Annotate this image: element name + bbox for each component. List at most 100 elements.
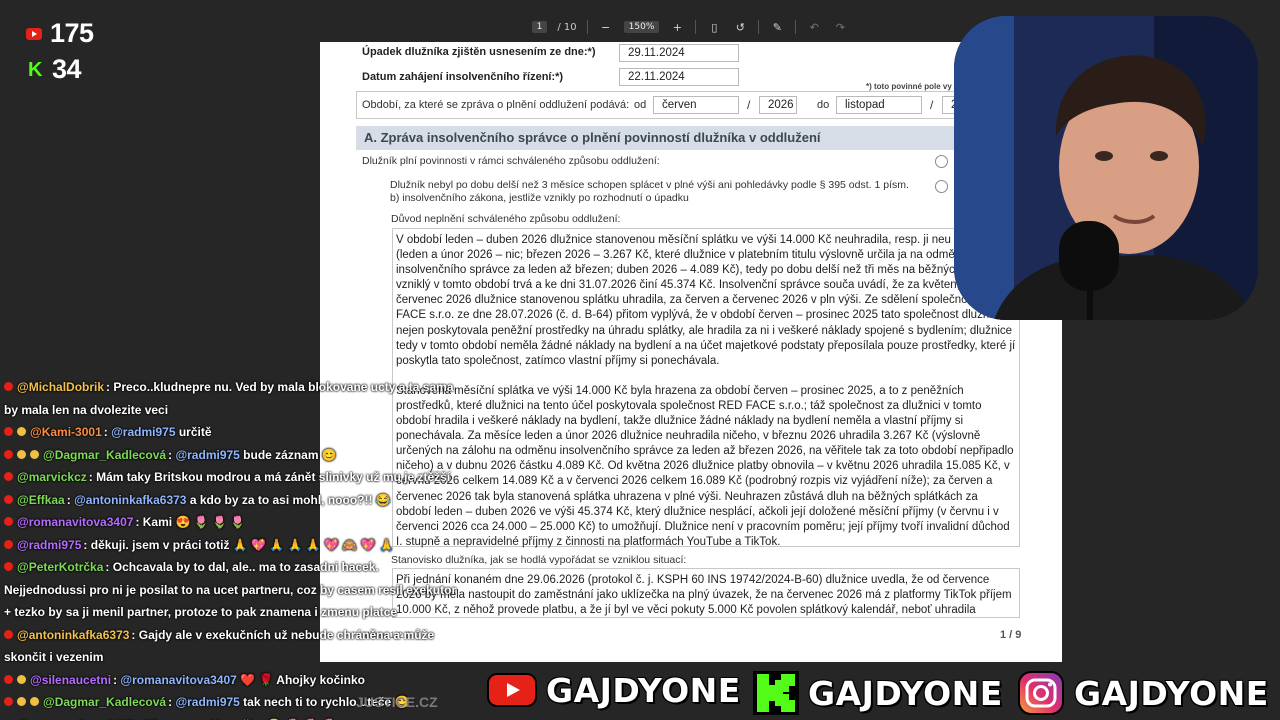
chat-message: @romanavitova3407: Silenaucetni beruško …	[0, 714, 460, 720]
chat-text: a kdo by za to asi mohl, nooo?!! 😂	[186, 492, 391, 507]
bankruptcy-date-field[interactable]: 29.11.2024	[619, 44, 739, 62]
period-from-year-field[interactable]: 2026	[759, 96, 797, 114]
chat-text: bude záznam 😊	[239, 447, 337, 462]
chat-username[interactable]: @marvickcz	[17, 470, 87, 484]
option-unable-radio[interactable]	[935, 180, 948, 193]
youtube-badge-icon	[4, 539, 13, 549]
undo-icon[interactable]: ↶	[806, 19, 822, 35]
justice-logo: JUSTICE.CZ	[356, 694, 438, 710]
youtube-badge-icon	[4, 494, 13, 504]
period-from-month-field[interactable]: červen	[653, 96, 739, 114]
kick-icon	[753, 671, 799, 715]
chat-text: : Mám taky Britskou modrou a má zánět sl…	[88, 470, 451, 484]
chat-mention: @radmi975	[175, 695, 240, 709]
reason-paragraph-1: V období leden – duben 2026 dlužnice sta…	[396, 234, 1016, 367]
youtube-badge-icon	[4, 517, 13, 526]
instagram-handle: GAJDYONE	[1074, 673, 1269, 713]
chat-message: @Effkaa: @antoninkafka6373 a kdo by za t…	[0, 489, 460, 512]
chat-text: : děkuji. jsem v práci totiž 🙏 💖 🙏 🙏 🙏 💖…	[83, 537, 394, 552]
redo-icon[interactable]: ↷	[832, 19, 848, 35]
chat-message: @MichalDobrik: Preco..kludnepre nu. Ved …	[0, 376, 460, 421]
chat-username[interactable]: @PeterKotrčka	[17, 560, 103, 574]
youtube-badge-icon	[4, 697, 13, 706]
chat-message: @radmi975: děkuji. jsem v práci totiž 🙏 …	[0, 534, 460, 557]
chat-username[interactable]: @radmi975	[17, 538, 81, 552]
zoom-level[interactable]: 150%	[623, 21, 660, 33]
instagram-icon	[1018, 671, 1064, 715]
chat-badge-icon	[17, 449, 26, 459]
kick-channel: GAJDYONE	[752, 670, 1003, 716]
chat-username[interactable]: @antoninkafka6373	[17, 628, 129, 642]
stream-scene: 175 K 34 1 / 10 − 150% + ▯ ↺ ✎ ↶ ↷ Úpade…	[0, 0, 1280, 720]
bankruptcy-date-label: Úpadek dlužníka zjištěn usnesením ze dne…	[362, 46, 596, 58]
page-total: / 10	[557, 21, 577, 33]
kick-handle: GAJDYONE	[808, 673, 1003, 713]
reason-label: Důvod neplnění schváleného způsobu oddlu…	[391, 213, 621, 225]
chat-username[interactable]: @MichalDobrik	[17, 380, 104, 394]
chat-feed: @MichalDobrik: Preco..kludnepre nu. Ved …	[0, 376, 460, 720]
toolbar-divider	[795, 20, 797, 34]
chat-text: : Kami 😍 🌷 🌷 🌷	[135, 515, 246, 529]
chat-message: @antoninkafka6373: Gajdy ale v exekučníc…	[0, 624, 460, 669]
youtube-badge-icon	[4, 427, 13, 436]
toolbar-divider	[586, 20, 588, 34]
page-number-input[interactable]: 1	[531, 21, 548, 33]
period-to-label: do	[817, 99, 830, 111]
chat-message: @romanavitova3407: Kami 😍 🌷 🌷 🌷	[0, 511, 460, 534]
chat-badge-icon	[17, 674, 26, 684]
youtube-channel: GAJDYONE	[486, 670, 741, 710]
zoom-in-icon[interactable]: +	[669, 19, 685, 35]
toolbar-divider	[758, 20, 760, 34]
option-fulfils-radio[interactable]	[935, 155, 948, 168]
rotate-icon[interactable]: ↺	[732, 19, 748, 35]
section-a-header: A. Zpráva insolvenčního správce o plnění…	[356, 126, 996, 150]
chat-badge-icon	[17, 697, 26, 706]
kick-viewer-counter: K 34	[26, 54, 82, 85]
period-row: Období, za které se zpráva o plnění oddl…	[356, 91, 996, 119]
option-fulfils-label: Dlužník plní povinnosti v rámci schválen…	[362, 155, 660, 167]
fit-page-icon[interactable]: ▯	[706, 19, 722, 35]
chat-text: určitě	[175, 425, 212, 439]
chat-username[interactable]: @Effkaa	[17, 493, 65, 507]
youtube-handle: GAJDYONE	[546, 670, 741, 710]
youtube-badge-icon	[4, 472, 13, 481]
youtube-badge-icon	[4, 562, 13, 571]
instagram-channel: GAJDYONE	[1016, 670, 1269, 716]
chat-mention: @antoninkafka6373	[74, 492, 187, 507]
youtube-icon	[26, 27, 42, 40]
chat-badge-icon	[30, 697, 39, 706]
chat-username[interactable]: @Dagmar_Kadlecová	[43, 448, 166, 462]
chat-username[interactable]: @silenaucetni	[30, 673, 111, 687]
proceedings-start-field[interactable]: 22.11.2024	[619, 68, 739, 86]
kick-icon: K	[28, 58, 42, 81]
chat-username[interactable]: @romanavitova3407	[17, 515, 133, 529]
reason-textarea[interactable]: V období leden – duben 2026 dlužnice sta…	[392, 228, 1020, 548]
period-slash: /	[930, 98, 934, 112]
chat-username[interactable]: @Kami-3001	[30, 425, 102, 439]
chat-message: @Kami-3001: @radmi975 určitě	[0, 421, 460, 444]
chat-username[interactable]: @Dagmar_Kadlecová	[43, 695, 166, 709]
chat-badge-icon	[30, 449, 39, 459]
chat-badge-icon	[17, 427, 26, 436]
webcam-overlay	[954, 16, 1258, 320]
kick-viewer-count: 34	[52, 54, 82, 84]
chat-mention: @radmi975	[111, 425, 176, 439]
proceedings-start-label: Datum zahájení insolvenčního řízení:*)	[362, 71, 564, 83]
pdf-toolbar: 1 / 10 − 150% + ▯ ↺ ✎ ↶ ↷	[320, 14, 1060, 40]
toolbar-divider	[695, 20, 697, 34]
annotate-icon[interactable]: ✎	[769, 19, 785, 35]
period-to-month-field[interactable]: listopad	[836, 96, 922, 114]
chat-text: ❤️ 🌹 Ahojky kočinko	[236, 672, 365, 687]
chat-separator: :	[66, 492, 75, 507]
page-indicator: 1 / 9	[1000, 629, 1022, 641]
zoom-out-icon[interactable]: −	[598, 19, 614, 35]
period-label: Období, za které se zpráva o plnění oddl…	[362, 99, 630, 111]
debtor-statement-textarea[interactable]: Při jednání konaném dne 29.06.2026 (prot…	[392, 568, 1020, 618]
debtor-statement-text: Při jednání konaném dne 29.06.2026 (prot…	[396, 574, 1012, 617]
chat-mention: @radmi975	[175, 447, 240, 462]
youtube-viewer-counter: 175	[26, 18, 94, 49]
period-from-label: od	[634, 99, 647, 111]
social-banner: GAJDYONE GAJDYONE GAJDYONE	[460, 664, 1280, 720]
youtube-viewer-count: 175	[50, 18, 94, 48]
option-unable-label: Dlužník nebyl po dobu delší než 3 měsíce…	[390, 179, 909, 204]
